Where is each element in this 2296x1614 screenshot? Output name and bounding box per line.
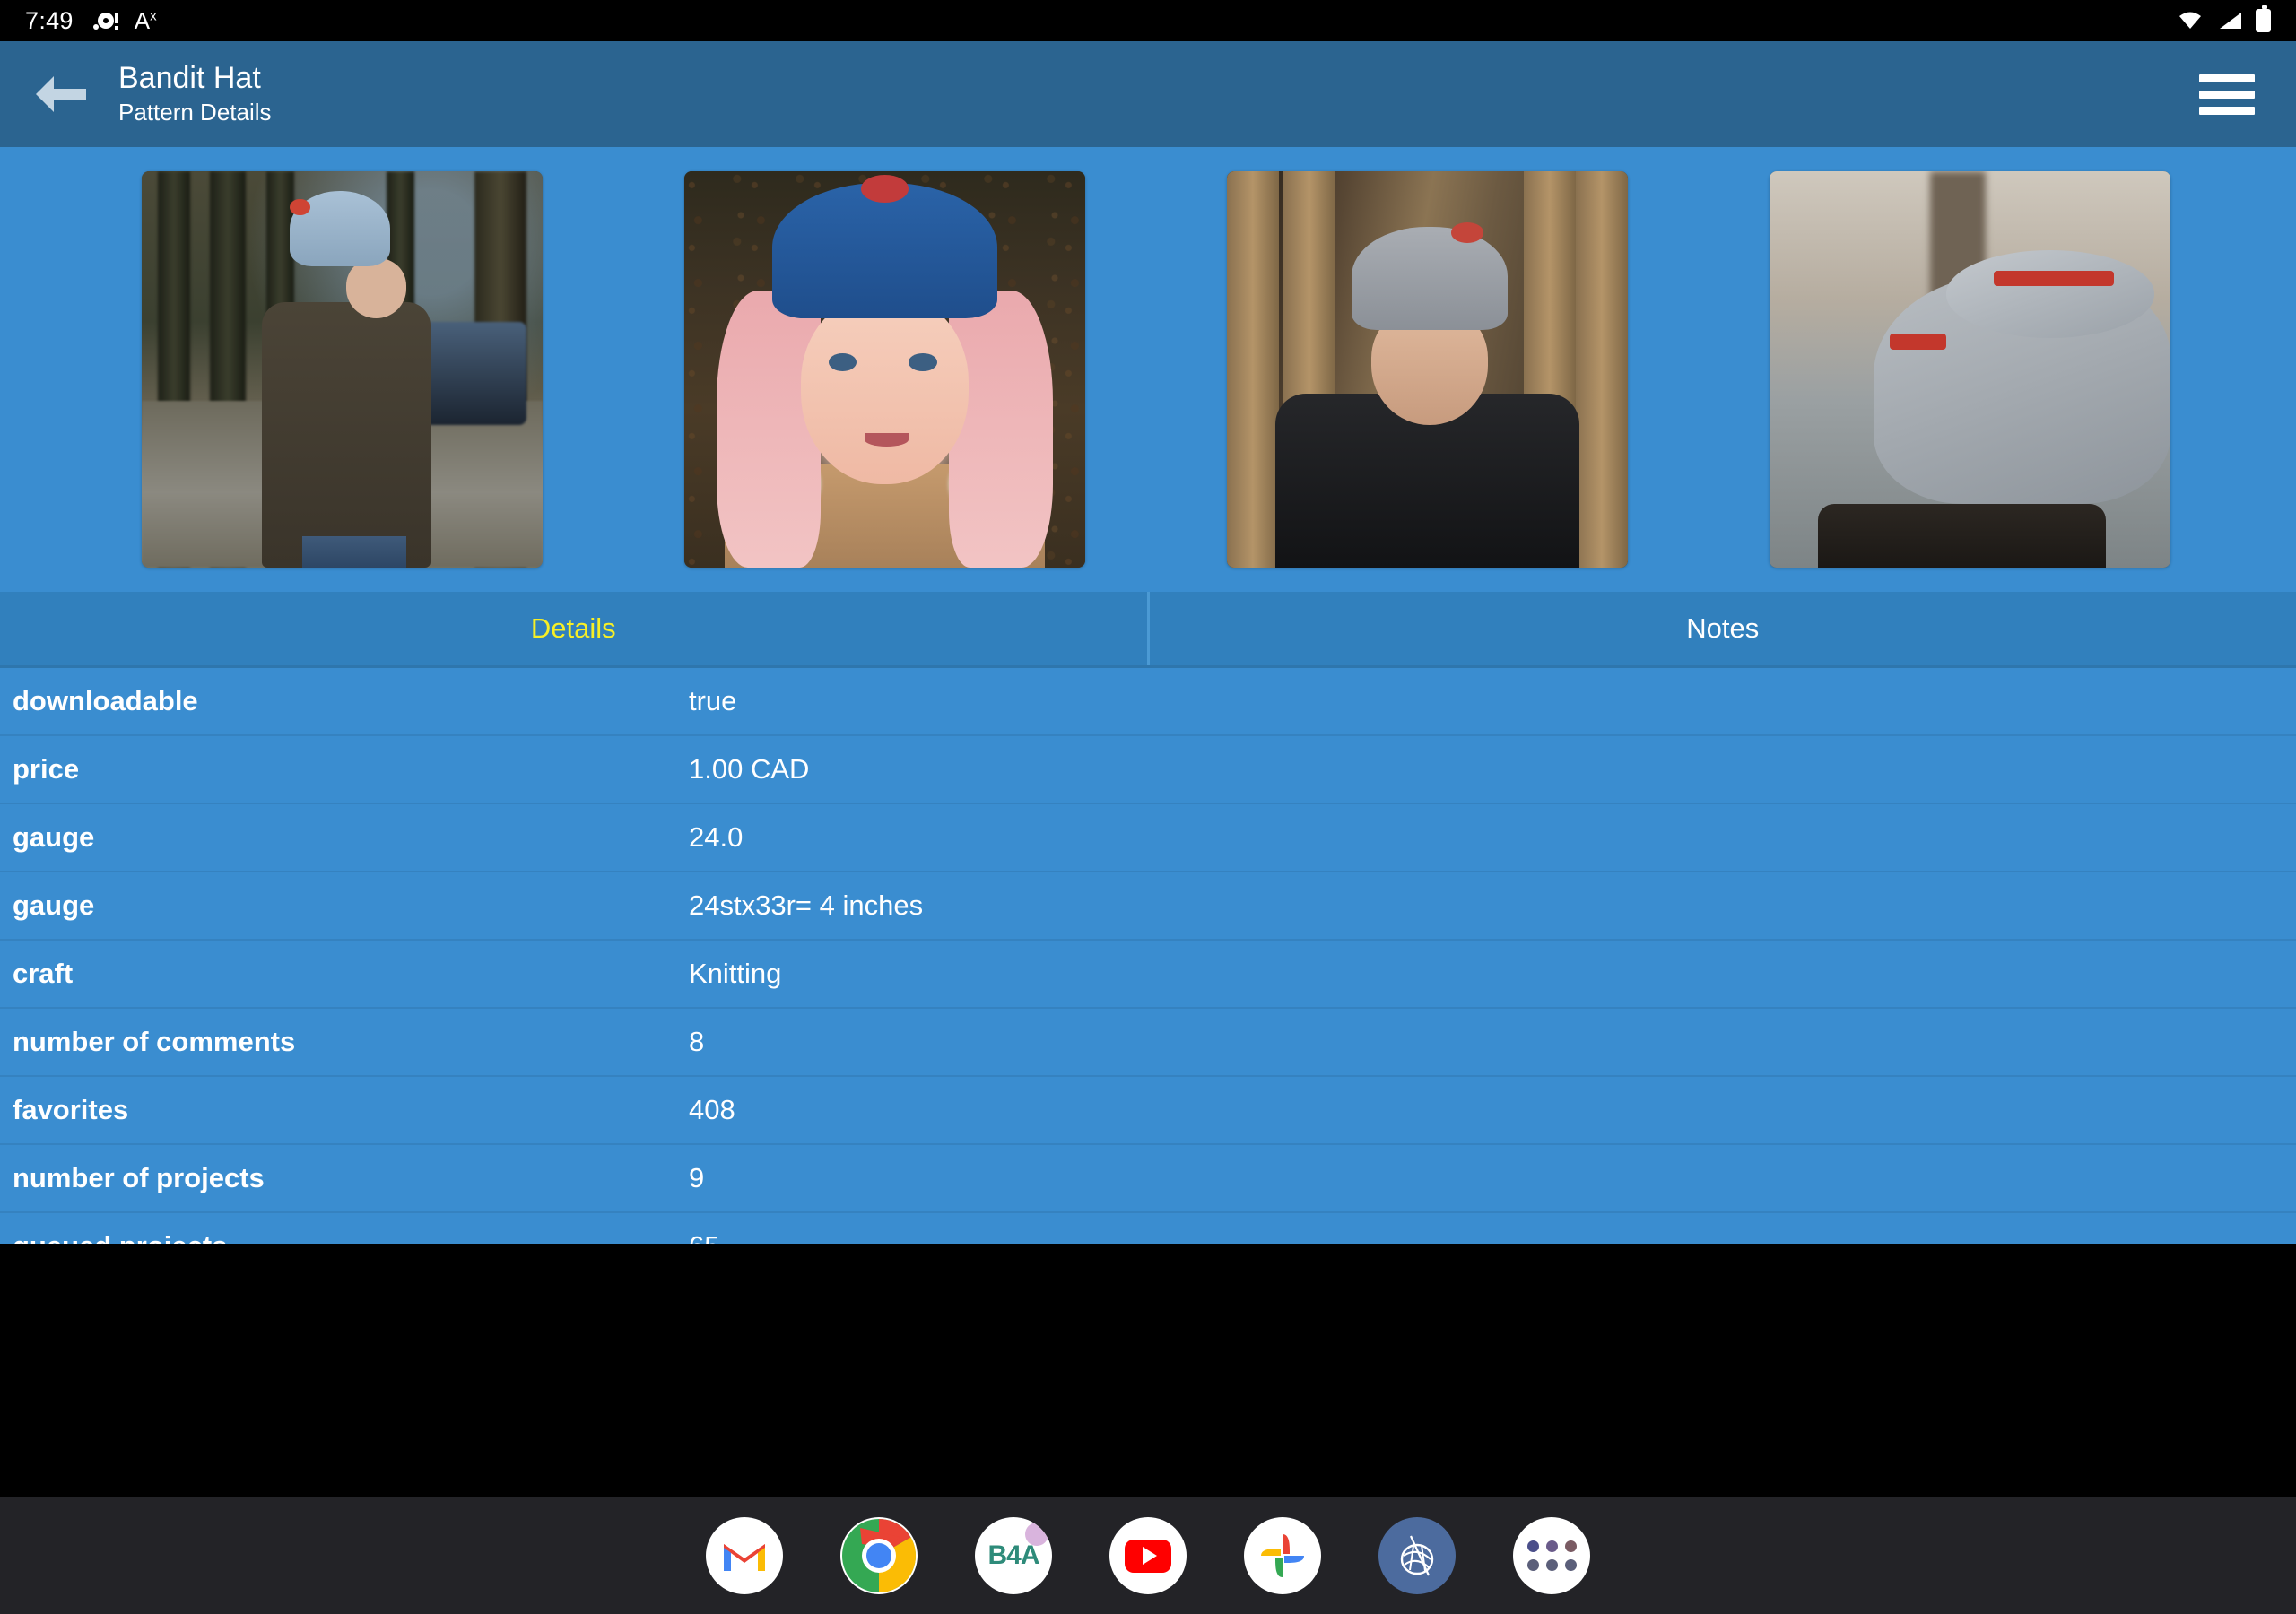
b4a-icon[interactable]: B4A xyxy=(975,1517,1052,1594)
status-bar: 7:49 Ax xyxy=(0,0,2296,41)
gmail-icon[interactable] xyxy=(706,1517,783,1594)
table-row[interactable]: price 1.00 CAD xyxy=(0,736,2296,804)
app-dock: B4A xyxy=(0,1497,2296,1614)
hamburger-menu-icon[interactable] xyxy=(2188,56,2266,133)
row-key: downloadable xyxy=(13,685,198,716)
row-key: number of projects xyxy=(13,1162,265,1193)
row-key: number of comments xyxy=(13,1026,296,1057)
ravelry-icon[interactable] xyxy=(1378,1517,1456,1594)
gallery-photo[interactable]: Selfie of woman with pink hair wearing b… xyxy=(684,171,1085,568)
page-subtitle: Pattern Details xyxy=(118,99,272,126)
row-value: 24stx33r= 4 inches xyxy=(689,889,924,921)
app-bar: Bandit Hat Pattern Details xyxy=(0,41,2296,147)
chrome-icon[interactable] xyxy=(840,1517,918,1594)
table-row[interactable]: gauge 24.0 xyxy=(0,804,2296,872)
table-row[interactable]: number of projects 9 xyxy=(0,1145,2296,1213)
row-key: price xyxy=(13,753,80,785)
row-value: 9 xyxy=(689,1162,705,1193)
pattern-details-table[interactable]: downloadable true price 1.00 CAD gauge 2… xyxy=(0,668,2296,1244)
row-key: gauge xyxy=(13,821,95,853)
table-row[interactable]: number of comments 8 xyxy=(0,1009,2296,1077)
app-drawer-icon[interactable] xyxy=(1513,1517,1590,1594)
status-left-icons: Ax xyxy=(92,7,157,34)
b4a-label: B4A xyxy=(987,1540,1039,1570)
cell-signal-icon xyxy=(2220,13,2241,29)
b4a-bubble-icon xyxy=(1025,1523,1048,1546)
table-row[interactable]: queued projects 65 xyxy=(0,1213,2296,1244)
row-key: gauge xyxy=(13,889,95,921)
tab-details[interactable]: Details xyxy=(0,592,1147,665)
row-value: 8 xyxy=(689,1026,705,1057)
youtube-icon[interactable] xyxy=(1109,1517,1187,1594)
gallery-photo[interactable]: Person in grey knit beanie leaning on wo… xyxy=(1227,171,1628,568)
row-value: true xyxy=(689,685,737,716)
back-arrow-icon xyxy=(36,76,86,112)
row-key: queued projects xyxy=(13,1230,689,1244)
page-title: Bandit Hat xyxy=(118,61,261,96)
table-row[interactable]: favorites 408 xyxy=(0,1077,2296,1145)
status-right-icons xyxy=(2177,5,2271,32)
row-value: Knitting xyxy=(689,958,782,989)
font-size-icon: Ax xyxy=(134,7,157,34)
row-key: craft xyxy=(13,958,74,989)
gallery-photo[interactable]: Woman in grey knit beanie walking on tre… xyxy=(142,171,543,568)
table-row[interactable]: downloadable true xyxy=(0,668,2296,736)
battery-icon xyxy=(2256,5,2271,32)
row-value: 65 xyxy=(689,1230,719,1244)
row-key: favorites xyxy=(13,1094,129,1125)
app-drawer-grid xyxy=(1526,1540,1577,1571)
table-row[interactable]: craft Knitting xyxy=(0,941,2296,1009)
gallery-photo[interactable]: Grey knit hat with red trim on display s… xyxy=(1770,171,2170,568)
record-icon xyxy=(92,10,118,31)
android-screen: 7:49 Ax Bandit Hat Pattern Details Detai… xyxy=(0,0,2296,1614)
status-clock: 7:49 xyxy=(25,6,74,34)
wifi-icon xyxy=(2179,12,2201,29)
google-photos-icon[interactable] xyxy=(1244,1517,1321,1594)
row-value: 408 xyxy=(689,1094,735,1125)
app-bar-titles: Bandit Hat Pattern Details xyxy=(118,61,272,126)
row-value: 1.00 CAD xyxy=(689,753,810,785)
table-row[interactable]: gauge 24stx33r= 4 inches xyxy=(0,872,2296,941)
photo-gallery[interactable]: Woman in grey knit beanie walking on tre… xyxy=(0,147,2296,592)
back-button[interactable] xyxy=(27,61,93,127)
tab-bar: Details Notes xyxy=(0,592,2296,665)
tab-notes[interactable]: Notes xyxy=(1146,592,2296,665)
row-value: 24.0 xyxy=(689,821,744,853)
